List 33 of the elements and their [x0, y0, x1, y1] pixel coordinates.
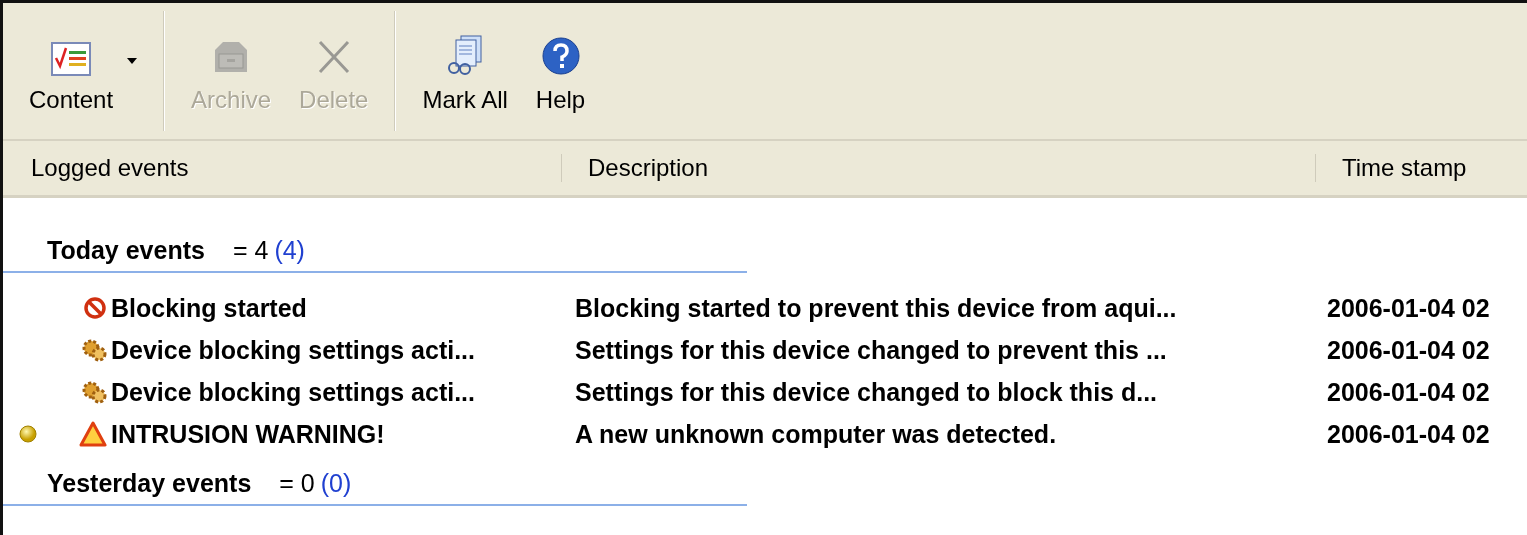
event-name: Blocking started — [111, 293, 307, 323]
column-header[interactable]: Description — [561, 154, 1315, 182]
event-description: A new unknown computer was detected. — [575, 419, 1058, 449]
group-header[interactable]: Today events = 4 (4) — [3, 236, 747, 273]
caret-icon[interactable] — [127, 58, 138, 64]
gears-icon — [81, 380, 107, 404]
gears-icon — [81, 338, 107, 362]
unread-count: (4) — [274, 236, 305, 265]
toolbar-button[interactable]: Help — [521, 28, 600, 114]
column-header[interactable]: Logged events — [3, 154, 561, 182]
event-name: Device blocking settings acti... — [111, 377, 475, 407]
event-description: Settings for this device changed to block this d... — [575, 377, 1159, 407]
blocked-icon — [83, 296, 107, 320]
help-icon — [540, 36, 581, 76]
group-count: = 4 — [232, 236, 269, 265]
event-description: Blocking started to prevent this device from aqui... — [575, 293, 1178, 323]
toolbar-button[interactable]: Content — [15, 28, 128, 114]
group-title: Yesterday events — [47, 469, 252, 498]
event-time: 2006-01-04 02 — [1327, 419, 1490, 449]
column-header[interactable]: Time stamp — [1315, 154, 1467, 182]
event-time: 2006-01-04 02 — [1327, 377, 1490, 407]
toolbar-button[interactable]: Mark All — [408, 28, 522, 114]
warning-icon — [79, 421, 107, 447]
event-time: 2006-01-04 02 — [1327, 293, 1490, 323]
event-description: Settings for this device changed to prevent this ... — [575, 335, 1168, 365]
event-name: Device blocking settings acti... — [111, 335, 475, 365]
checklist-icon — [51, 42, 92, 76]
event-time: 2006-01-04 02 — [1327, 335, 1490, 365]
group-title: Today events — [47, 236, 205, 265]
event-name: INTRUSION WARNING! — [111, 419, 385, 449]
unread-count: (0) — [320, 469, 352, 498]
group-header[interactable]: Yesterday events = 0 (0) — [3, 469, 747, 506]
group-count: = 0 — [279, 469, 315, 498]
